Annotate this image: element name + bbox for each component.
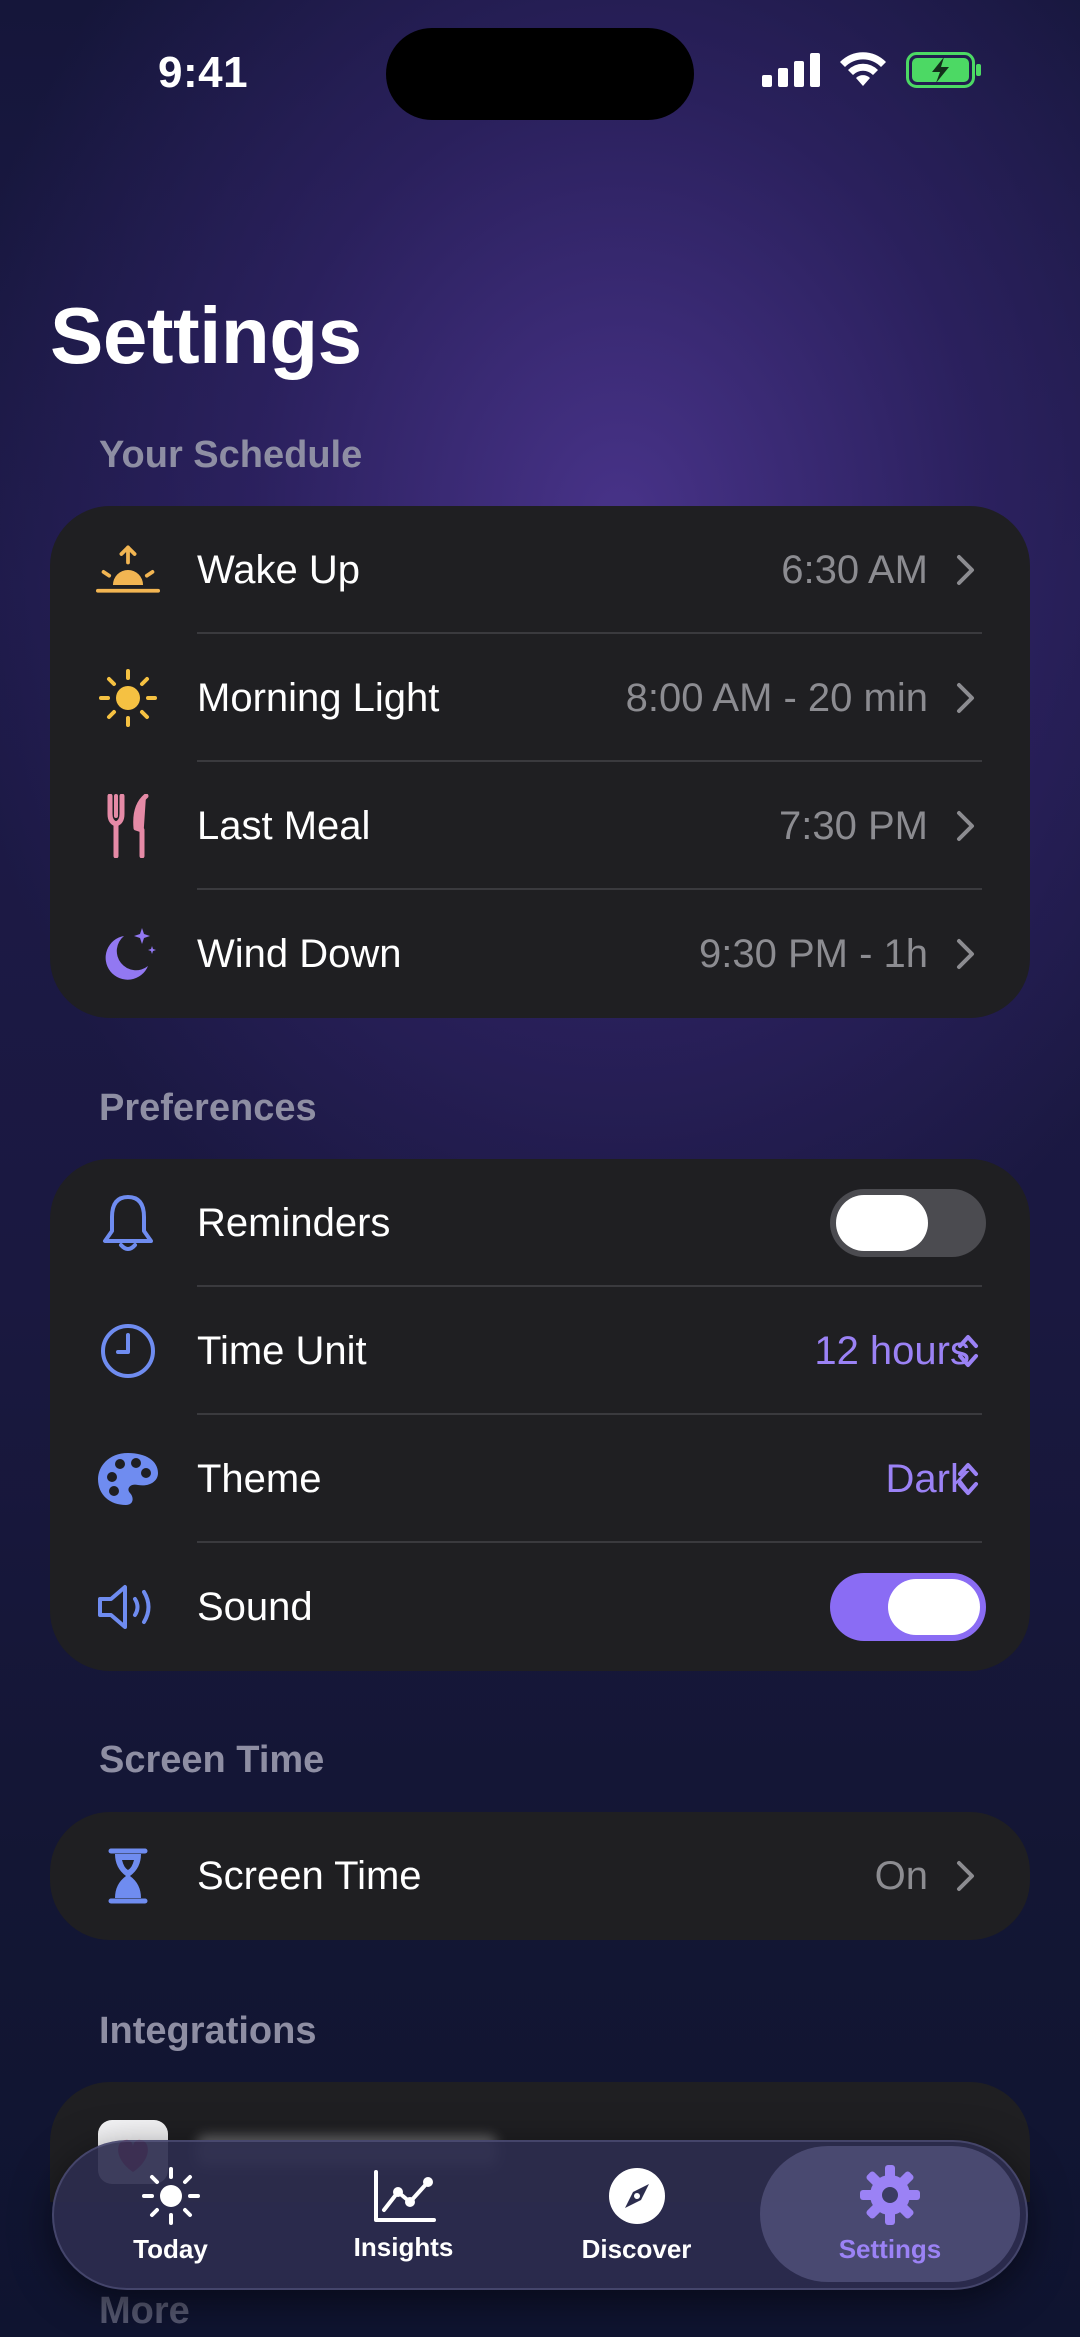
speaker-icon (96, 1575, 160, 1639)
row-reminders: Reminders (50, 1159, 1030, 1287)
row-value: 6:30 AM (781, 547, 928, 592)
row-screen-time[interactable]: Screen Time On (50, 1812, 1030, 1940)
row-label: Theme (197, 1456, 322, 1501)
reminders-toggle[interactable] (830, 1189, 986, 1257)
wifi-icon (840, 52, 886, 86)
tab-today[interactable]: Today (54, 2142, 287, 2288)
section-label-preferences: Preferences (99, 1087, 317, 1129)
status-icons (762, 52, 982, 88)
row-label: Screen Time (197, 1853, 422, 1898)
clock-icon (96, 1319, 160, 1383)
sun-icon (141, 2166, 200, 2225)
tab-settings[interactable]: Settings (760, 2146, 1020, 2282)
chart-line-icon (373, 2169, 436, 2222)
row-label: Time Unit (197, 1328, 367, 1373)
bell-icon (96, 1191, 160, 1255)
page-title: Settings (50, 291, 362, 380)
moon-stars-icon (96, 922, 160, 986)
row-label: Wake Up (197, 547, 361, 592)
battery-charging-icon (906, 52, 981, 88)
tab-discover[interactable]: Discover (520, 2142, 753, 2288)
row-value: 7:30 PM (779, 803, 928, 848)
chevron-right-icon (957, 683, 974, 713)
preferences-card: Reminders Time Unit 12 hours Theme Dark … (50, 1159, 1030, 1671)
toggle-knob (888, 1579, 980, 1635)
section-label-screen-time: Screen Time (99, 1739, 325, 1781)
row-label: Last Meal (197, 803, 371, 848)
tab-label: Discover (581, 2233, 692, 2264)
row-value: On (874, 1853, 928, 1898)
tab-label: Settings (838, 2233, 942, 2264)
time-unit-select[interactable]: 12 hours (814, 1329, 970, 1374)
chevron-right-icon (957, 1861, 974, 1891)
row-label: Reminders (197, 1200, 391, 1245)
palette-icon (96, 1447, 160, 1511)
section-label-schedule: Your Schedule (99, 434, 363, 476)
tab-label: Insights (353, 2231, 454, 2262)
section-label-more: More (99, 2290, 190, 2332)
row-label: Sound (197, 1584, 313, 1629)
row-time-unit[interactable]: Time Unit 12 hours (50, 1287, 1030, 1415)
sun-icon (96, 666, 160, 730)
tab-insights[interactable]: Insights (287, 2142, 520, 2288)
cellular-signal-icon (762, 53, 820, 87)
row-label: Morning Light (197, 675, 440, 720)
screen-time-card: Screen Time On (50, 1812, 1030, 1940)
gear-icon (860, 2164, 920, 2225)
dynamic-island (386, 28, 694, 120)
hourglass-icon (96, 1844, 160, 1908)
row-value: 8:00 AM - 20 min (625, 675, 928, 720)
compass-icon (608, 2167, 665, 2224)
row-sound: Sound (50, 1543, 1030, 1671)
chevron-right-icon (957, 555, 974, 585)
row-label: Wind Down (197, 931, 402, 976)
sunrise-icon (96, 538, 160, 602)
row-last-meal[interactable]: Last Meal 7:30 PM (50, 762, 1030, 890)
schedule-card: Wake Up 6:30 AM Morning Light 8:00 AM - … (50, 506, 1030, 1018)
chevron-right-icon (957, 939, 974, 969)
tab-label: Today (133, 2233, 208, 2264)
row-theme[interactable]: Theme Dark (50, 1415, 1030, 1543)
chevron-right-icon (957, 811, 974, 841)
chevron-up-down-icon (958, 1335, 978, 1367)
row-value: 9:30 PM - 1h (698, 931, 928, 976)
row-wind-down[interactable]: Wind Down 9:30 PM - 1h (50, 890, 1030, 1018)
fork-knife-icon (96, 794, 160, 858)
section-label-integrations: Integrations (99, 2010, 317, 2052)
row-wake-up[interactable]: Wake Up 6:30 AM (50, 506, 1030, 634)
toggle-knob (836, 1195, 928, 1251)
tab-bar: Today Insights Discover Settings (52, 2140, 1028, 2290)
chevron-up-down-icon (958, 1463, 978, 1495)
status-time: 9:41 (158, 48, 249, 97)
row-morning-light[interactable]: Morning Light 8:00 AM - 20 min (50, 634, 1030, 762)
sound-toggle[interactable] (830, 1573, 986, 1641)
